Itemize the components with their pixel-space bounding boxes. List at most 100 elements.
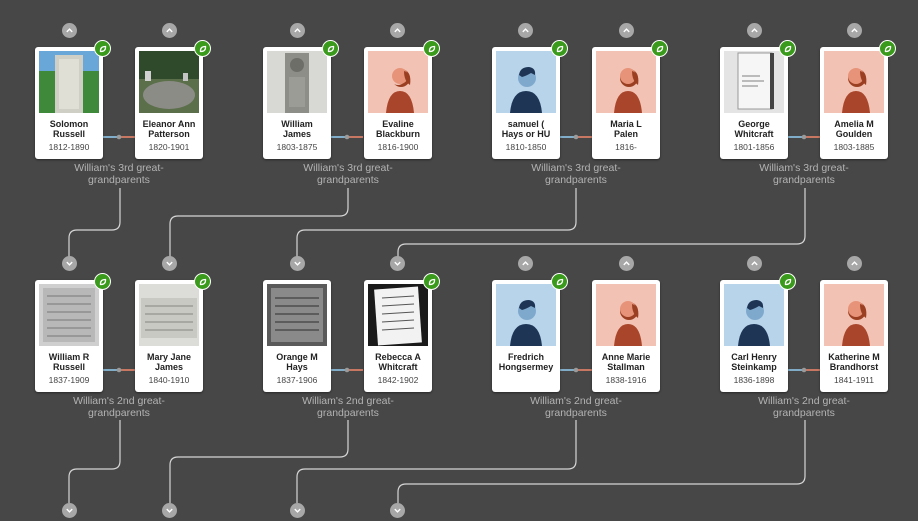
relationship-label: William's 3rd great- grandparents bbox=[531, 162, 621, 186]
person-name: William R Russell bbox=[48, 352, 90, 372]
hint-badge[interactable] bbox=[194, 273, 211, 290]
person-dates: 1842-1902 bbox=[377, 375, 419, 385]
collapse-ancestors-button[interactable] bbox=[390, 503, 405, 518]
person-card[interactable]: Evaline Blackburn 1816-1900 bbox=[364, 47, 432, 159]
female-silhouette-icon bbox=[596, 284, 656, 346]
person-card[interactable]: samuel ( Hays or HU 1810-1850 bbox=[492, 47, 560, 159]
gravestone-photo bbox=[39, 51, 99, 113]
person-name: Maria L Palen bbox=[610, 119, 642, 139]
hint-badge[interactable] bbox=[94, 273, 111, 290]
relationship-label: William's 2nd great- grandparents bbox=[758, 395, 850, 419]
person-name: samuel ( Hays or HU bbox=[501, 119, 551, 139]
chevron-up-icon bbox=[851, 28, 858, 33]
person-card[interactable]: Rebecca A Whitcraft 1842-1902 bbox=[364, 280, 432, 392]
chevron-down-icon bbox=[166, 508, 173, 513]
leaf-hint-icon bbox=[556, 278, 563, 285]
gravestone-photo bbox=[267, 51, 327, 113]
person-name: George Whitcraft bbox=[734, 119, 774, 139]
hint-badge[interactable] bbox=[551, 40, 568, 57]
expand-ancestors-button[interactable] bbox=[847, 23, 862, 38]
relationship-label: William's 3rd great- grandparents bbox=[303, 162, 393, 186]
hint-badge[interactable] bbox=[551, 273, 568, 290]
person-card[interactable]: Mary Jane James 1840-1910 bbox=[135, 280, 203, 392]
person-name: Evaline Blackburn bbox=[375, 119, 420, 139]
person-name: Orange M Hays bbox=[276, 352, 318, 372]
collapse-ancestors-button[interactable] bbox=[62, 256, 77, 271]
hint-badge[interactable] bbox=[879, 40, 896, 57]
expand-ancestors-button[interactable] bbox=[290, 23, 305, 38]
hint-badge[interactable] bbox=[194, 40, 211, 57]
chevron-down-icon bbox=[66, 261, 73, 266]
chevron-down-icon bbox=[294, 261, 301, 266]
collapse-ancestors-button[interactable] bbox=[290, 503, 305, 518]
chevron-up-icon bbox=[294, 28, 301, 33]
person-dates: 1803-1875 bbox=[276, 142, 318, 152]
person-name: William James bbox=[281, 119, 313, 139]
person-dates: 1816-1900 bbox=[377, 142, 419, 152]
person-name: Rebecca A Whitcraft bbox=[375, 352, 421, 372]
collapse-ancestors-button[interactable] bbox=[162, 503, 177, 518]
expand-ancestors-button[interactable] bbox=[62, 23, 77, 38]
hint-badge[interactable] bbox=[94, 40, 111, 57]
expand-ancestors-button[interactable] bbox=[747, 256, 762, 271]
expand-ancestors-button[interactable] bbox=[518, 256, 533, 271]
person-card[interactable]: Amelia M Goulden 1803-1885 bbox=[820, 47, 888, 159]
hint-badge[interactable] bbox=[423, 40, 440, 57]
person-card[interactable]: Maria L Palen 1816- bbox=[592, 47, 660, 159]
person-card[interactable]: Orange M Hays 1837-1906 bbox=[263, 280, 331, 392]
collapse-ancestors-button[interactable] bbox=[62, 503, 77, 518]
expand-ancestors-button[interactable] bbox=[619, 256, 634, 271]
certificate-photo bbox=[368, 284, 428, 346]
record-photo bbox=[139, 284, 199, 346]
person-dates: 1801-1856 bbox=[733, 142, 775, 152]
collapse-ancestors-button[interactable] bbox=[162, 256, 177, 271]
person-card[interactable]: Eleanor Ann Patterson 1820-1901 bbox=[135, 47, 203, 159]
person-dates: 1816- bbox=[615, 142, 637, 152]
hint-badge[interactable] bbox=[322, 40, 339, 57]
chevron-down-icon bbox=[66, 508, 73, 513]
leaf-hint-icon bbox=[199, 45, 206, 52]
expand-ancestors-button[interactable] bbox=[619, 23, 634, 38]
relationship-label: William's 3rd great- grandparents bbox=[759, 162, 849, 186]
expand-ancestors-button[interactable] bbox=[747, 23, 762, 38]
chevron-up-icon bbox=[751, 261, 758, 266]
person-dates: 1837-1909 bbox=[48, 375, 90, 385]
leaf-hint-icon bbox=[428, 278, 435, 285]
leaf-hint-icon bbox=[99, 278, 106, 285]
relationship-label: William's 2nd great- grandparents bbox=[73, 395, 165, 419]
person-card[interactable]: William R Russell 1837-1909 bbox=[35, 280, 103, 392]
person-card[interactable]: Katherine M Brandhorst 1841-1911 bbox=[820, 280, 888, 392]
person-name: Solomon Russell bbox=[49, 119, 89, 139]
cemetery-photo bbox=[139, 51, 199, 113]
person-dates: 1841-1911 bbox=[833, 375, 875, 385]
person-card[interactable]: Anne Marie Stallman 1838-1916 bbox=[592, 280, 660, 392]
hint-badge[interactable] bbox=[651, 40, 668, 57]
leaf-hint-icon bbox=[784, 45, 791, 52]
person-card[interactable]: George Whitcraft 1801-1856 bbox=[720, 47, 788, 159]
person-name: Amelia M Goulden bbox=[834, 119, 874, 139]
female-silhouette-icon bbox=[824, 51, 884, 113]
expand-ancestors-button[interactable] bbox=[390, 23, 405, 38]
hint-badge[interactable] bbox=[423, 273, 440, 290]
chevron-up-icon bbox=[394, 28, 401, 33]
expand-ancestors-button[interactable] bbox=[847, 256, 862, 271]
collapse-ancestors-button[interactable] bbox=[390, 256, 405, 271]
hint-badge[interactable] bbox=[779, 40, 796, 57]
hint-badge[interactable] bbox=[779, 273, 796, 290]
relationship-label: William's 2nd great- grandparents bbox=[302, 395, 394, 419]
relationship-label: William's 3rd great- grandparents bbox=[74, 162, 164, 186]
person-card[interactable]: William James 1803-1875 bbox=[263, 47, 331, 159]
expand-ancestors-button[interactable] bbox=[162, 23, 177, 38]
collapse-ancestors-button[interactable] bbox=[290, 256, 305, 271]
chevron-up-icon bbox=[522, 28, 529, 33]
person-card[interactable]: Carl Henry Steinkamp 1836-1898 bbox=[720, 280, 788, 392]
person-name: Katherine M Brandhorst bbox=[828, 352, 880, 372]
expand-ancestors-button[interactable] bbox=[518, 23, 533, 38]
person-name: Anne Marie Stallman bbox=[601, 352, 651, 372]
leaf-hint-icon bbox=[327, 45, 334, 52]
person-card[interactable]: Fredrich Hongsermey bbox=[492, 280, 560, 392]
person-dates: 1838-1916 bbox=[605, 375, 647, 385]
chevron-down-icon bbox=[166, 261, 173, 266]
chevron-up-icon bbox=[623, 261, 630, 266]
person-card[interactable]: Solomon Russell 1812-1890 bbox=[35, 47, 103, 159]
